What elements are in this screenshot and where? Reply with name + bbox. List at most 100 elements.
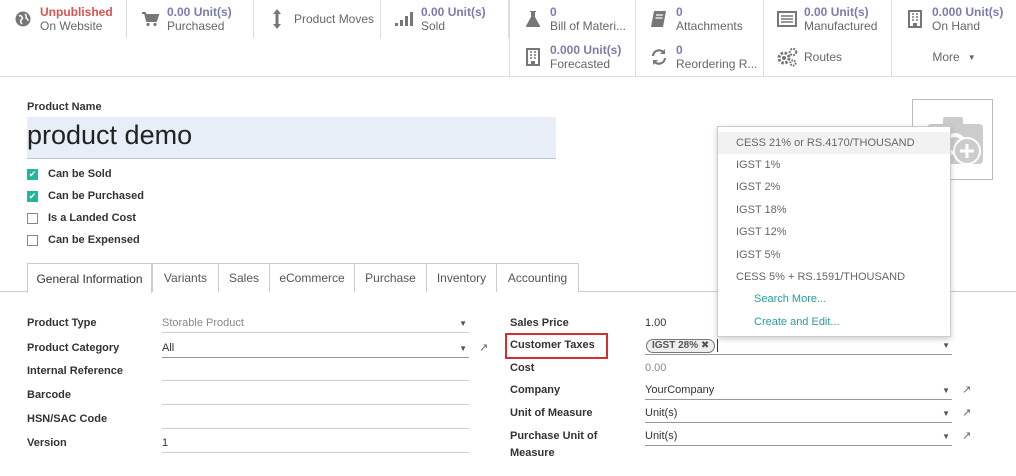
moves-label: Product Moves [294, 12, 375, 26]
website-button[interactable]: Unpublished On Website [0, 0, 127, 38]
globe-icon [10, 6, 36, 32]
can-be-sold-checkbox-row[interactable]: ✔ Can be Sold [27, 165, 112, 183]
purchase-uom-label-line2: Measure [510, 447, 555, 459]
sold-button[interactable]: 0.00 Unit(s) Sold [381, 0, 509, 38]
can-be-purchased-checkbox-row[interactable]: ✔ Can be Purchased [27, 187, 144, 205]
bom-label: Bill of Materi... [550, 19, 627, 33]
remove-tag-icon[interactable]: ✖ [701, 340, 709, 351]
checkbox-checked[interactable]: ✔ [27, 190, 38, 202]
sold-value: 0.00 Unit(s) [421, 5, 486, 19]
purchase-uom-select[interactable]: Unit(s) ▼ [645, 428, 952, 446]
flask-icon [520, 6, 546, 32]
dropdown-option[interactable]: CESS 5% + RS.1591/THOUSAND [718, 266, 950, 288]
caret-down-icon: ▼ [942, 432, 950, 441]
company-select[interactable]: YourCompany ▼ [645, 382, 952, 400]
on-hand-value: 0.000 Unit(s) [932, 5, 1004, 19]
dropdown-option[interactable]: CESS 21% or RS.4170/THOUSAND [718, 132, 950, 154]
book-icon [646, 6, 672, 32]
barcode-label: Barcode [27, 389, 72, 401]
dropdown-option[interactable]: IGST 18% [718, 199, 950, 221]
caret-down-icon: ▼ [942, 386, 950, 395]
product-type-value: Storable Product [162, 317, 244, 329]
internal-reference-input[interactable] [162, 363, 469, 381]
company-value: YourCompany [645, 384, 715, 396]
external-link-icon[interactable]: ↗ [962, 429, 971, 442]
manufactured-button[interactable]: 0.00 Unit(s) Manufactured [764, 0, 892, 38]
forecasted-button[interactable]: 0.000 Unit(s) Forecasted [509, 38, 636, 76]
product-category-label: Product Category [27, 342, 120, 354]
dropdown-option[interactable]: IGST 2% [718, 176, 950, 198]
landed-cost-checkbox-row[interactable]: Is a Landed Cost [27, 209, 136, 227]
attachments-label: Attachments [676, 19, 743, 33]
product-moves-button[interactable]: Product Moves [254, 0, 381, 38]
on-hand-button[interactable]: 0.000 Unit(s) On Hand [892, 0, 1016, 38]
manufactured-value: 0.00 Unit(s) [804, 5, 869, 19]
on-hand-label: On Hand [932, 19, 981, 33]
barcode-input[interactable] [162, 387, 469, 405]
dropdown-option[interactable]: IGST 12% [718, 221, 950, 243]
purchase-uom-value: Unit(s) [645, 430, 678, 442]
cost-value: 0.00 [645, 362, 667, 374]
sales-price-label: Sales Price [510, 317, 569, 329]
bar-chart-icon [391, 6, 417, 32]
search-more-link[interactable]: Search More... [718, 288, 950, 310]
checkbox-unchecked[interactable] [27, 212, 38, 224]
can-be-expensed-label: Can be Expensed [48, 234, 140, 246]
cart-icon [137, 6, 163, 32]
tax-tag-label: IGST 28% [652, 340, 699, 351]
manufactured-label: Manufactured [804, 19, 878, 33]
product-category-value: All [162, 342, 175, 354]
uom-label: Unit of Measure [510, 407, 593, 419]
uom-value: Unit(s) [645, 407, 678, 419]
more-label: More [932, 50, 960, 64]
smart-button-bar: Unpublished On Website 0.00 Unit(s) Purcha… [0, 0, 1016, 77]
tab-sales[interactable]: Sales [218, 263, 270, 292]
cogs-icon [774, 44, 800, 70]
purchased-value: 0.00 Unit(s) [167, 5, 232, 19]
landed-cost-label: Is a Landed Cost [48, 212, 137, 224]
tab-ecommerce[interactable]: eCommerce [269, 263, 355, 292]
more-button[interactable]: More ▼ [892, 38, 1016, 76]
caret-down-icon: ▼ [459, 319, 467, 328]
can-be-expensed-checkbox-row[interactable]: Can be Expensed [27, 231, 140, 249]
checkbox-checked[interactable]: ✔ [27, 168, 38, 180]
tab-variants[interactable]: Variants [152, 263, 219, 292]
external-link-icon[interactable]: ↗ [962, 383, 971, 396]
caret-down-icon: ▼ [459, 344, 467, 353]
can-be-sold-label: Can be Sold [48, 168, 112, 180]
bom-value: 0 [550, 5, 557, 19]
tab-purchase[interactable]: Purchase [354, 263, 427, 292]
tax-tag[interactable]: IGST 28% ✖ [646, 339, 716, 353]
dropdown-option[interactable]: IGST 5% [718, 244, 950, 266]
routes-button[interactable]: Routes [764, 38, 892, 76]
routes-label: Routes [804, 50, 843, 64]
product-type-select[interactable]: Storable Product ▼ [162, 315, 469, 333]
hsn-code-input[interactable] [162, 411, 469, 429]
customer-taxes-label: Customer Taxes [510, 339, 595, 351]
list-icon [774, 6, 800, 32]
updown-arrow-icon [264, 6, 290, 32]
tab-inventory[interactable]: Inventory [426, 263, 497, 292]
reordering-label: Reordering R... [676, 57, 758, 71]
create-and-edit-link[interactable]: Create and Edit... [718, 311, 950, 333]
company-label: Company [510, 384, 561, 396]
external-link-icon[interactable]: ↗ [479, 341, 488, 354]
reordering-button[interactable]: 0 Reordering R... [636, 38, 764, 76]
internal-reference-label: Internal Reference [27, 365, 123, 377]
caret-down-icon: ▼ [967, 52, 976, 62]
tab-general-information[interactable]: General Information [27, 263, 152, 293]
attachments-button[interactable]: 0 Attachments [636, 0, 764, 38]
website-label: On Website [40, 19, 103, 33]
version-input[interactable]: 1 [162, 435, 469, 453]
product-name-input[interactable]: product demo [27, 117, 556, 159]
checkbox-unchecked[interactable] [27, 234, 38, 246]
purchased-button[interactable]: 0.00 Unit(s) Purchased [127, 0, 254, 38]
uom-select[interactable]: Unit(s) ▼ [645, 405, 952, 423]
cost-label: Cost [510, 362, 535, 374]
product-category-select[interactable]: All ▼ [162, 340, 469, 358]
dropdown-option[interactable]: IGST 1% [718, 154, 950, 176]
external-link-icon[interactable]: ↗ [962, 406, 971, 419]
caret-down-icon: ▼ [942, 409, 950, 418]
tab-accounting[interactable]: Accounting [496, 263, 579, 292]
bom-button[interactable]: 0 Bill of Materi... [509, 0, 636, 38]
